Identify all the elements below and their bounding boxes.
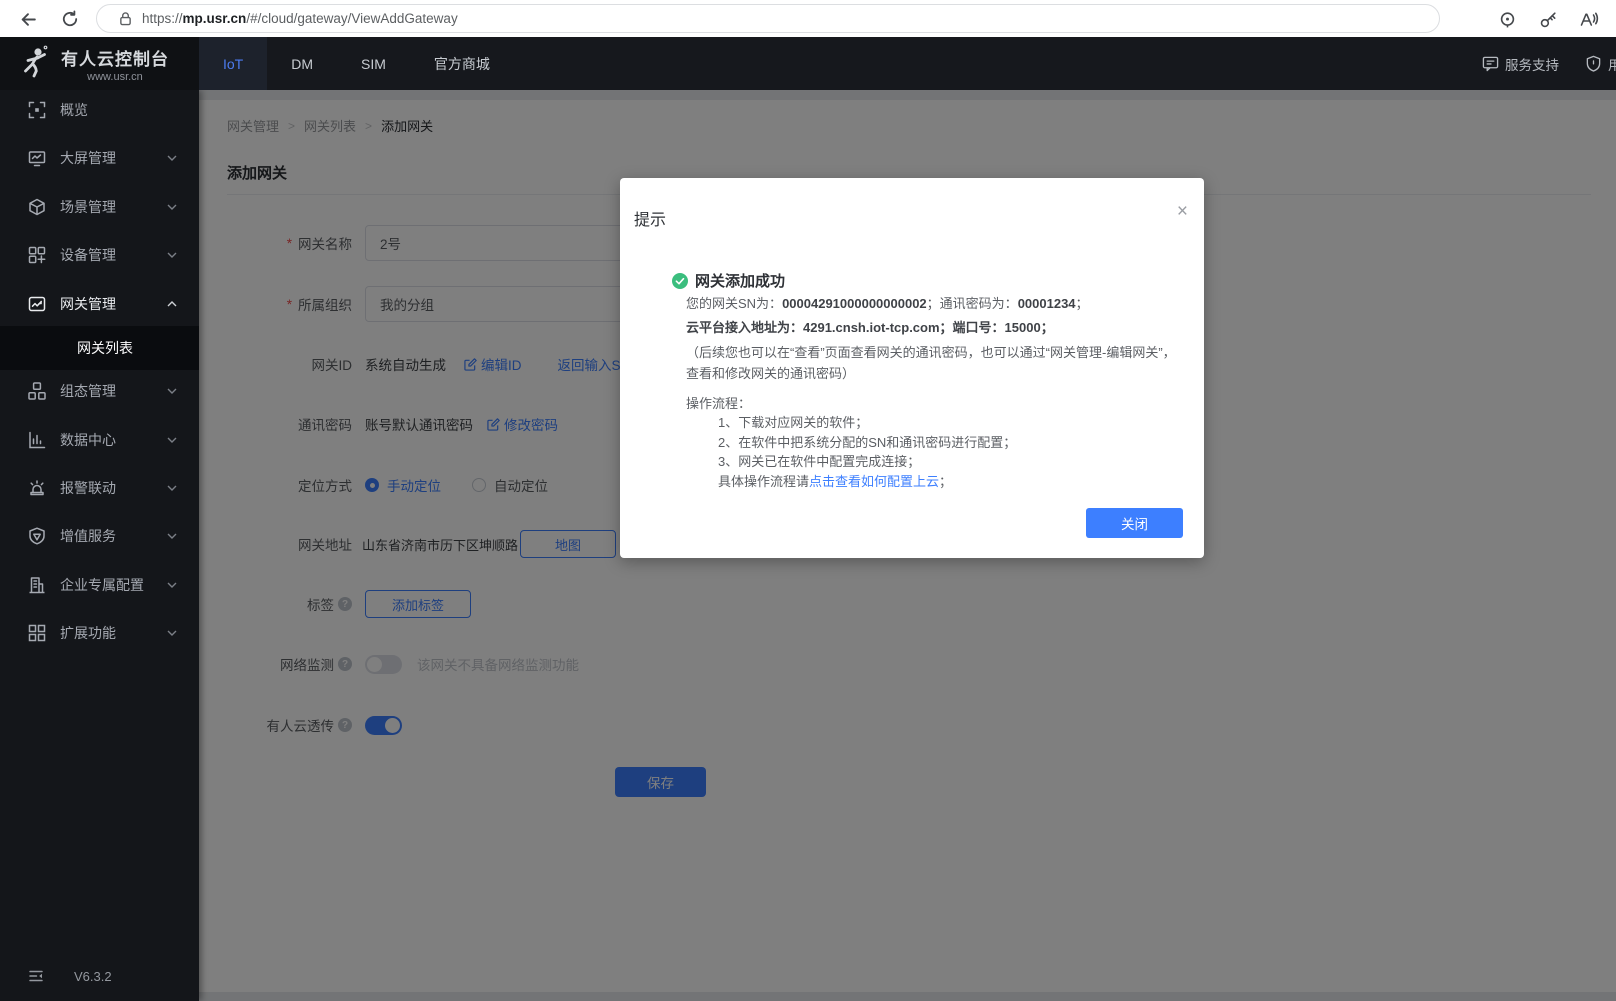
tab-sim[interactable]: SIM <box>337 37 410 90</box>
success-check-icon <box>672 273 688 289</box>
product-tabs: IoT DM SIM 官方商城 <box>199 37 514 90</box>
service-support-label: 服务支持 <box>1505 54 1559 74</box>
chevron-down-icon <box>167 437 177 443</box>
sidebar-item-enterprise[interactable]: 企业专属配置 <box>0 563 199 607</box>
overview-icon <box>28 101 46 119</box>
sidebar: 概览 大屏管理 场景管理 设备管理 网关管理 网关列表 组态管理 数据中心 报警… <box>0 90 199 1001</box>
sidebar-item-scene[interactable]: 场景管理 <box>0 185 199 229</box>
chat-bubble-icon <box>1482 55 1499 72</box>
app-logo[interactable]: 有人云控制台 www.usr.cn <box>0 37 199 90</box>
browser-read-aloud-button[interactable] <box>1578 8 1600 30</box>
note-paragraph: （后续您也可以在“查看”页面查看网关的通讯密码，也可以通过“网关管理-编辑网关”… <box>686 342 1182 384</box>
tab-dm[interactable]: DM <box>267 37 337 90</box>
steps-title: 操作流程： <box>686 394 1182 413</box>
chevron-down-icon <box>167 252 177 258</box>
back-arrow-icon <box>19 10 38 29</box>
big-screen-icon <box>28 149 46 167</box>
version-label: V6.3.2 <box>74 969 112 984</box>
gateway-icon <box>28 295 46 313</box>
dialog-body: 您的网关SN为：00004291000000000002；通讯密码为：00001… <box>686 294 1182 491</box>
sidebar-label-bigscreen: 大屏管理 <box>60 148 116 168</box>
comm-password-value: 00001234 <box>1018 296 1076 311</box>
server-line: 云平台接入地址为：4291.cnsh.iot-tcp.com；端口号：15000… <box>686 318 1182 337</box>
step-2: 2、在软件中把系统分配的SN和通讯密码进行配置； <box>718 433 1182 453</box>
app-subtitle: www.usr.cn <box>61 71 169 83</box>
chevron-down-icon <box>167 204 177 210</box>
sidebar-collapse-button[interactable] <box>28 969 44 983</box>
browser-password-button[interactable] <box>1537 8 1559 30</box>
sidebar-label-overview: 概览 <box>60 100 88 120</box>
sidebar-label-device: 设备管理 <box>60 245 116 265</box>
sn-line: 您的网关SN为：00004291000000000002；通讯密码为：00001… <box>686 294 1182 313</box>
chevron-down-icon <box>167 485 177 491</box>
sidebar-footer: V6.3.2 <box>0 961 199 991</box>
step-1: 1、下载对应网关的软件； <box>718 413 1182 433</box>
sidebar-label-datacenter: 数据中心 <box>60 430 116 450</box>
grid-icon <box>28 624 46 642</box>
scada-blocks-icon <box>28 382 46 400</box>
key-icon <box>1539 10 1558 29</box>
more-line: 具体操作流程请点击查看如何配置上云； <box>718 472 1182 492</box>
chevron-down-icon <box>167 533 177 539</box>
sidebar-item-gateway-list[interactable]: 网关列表 <box>0 326 199 370</box>
step-3: 3、网关已在软件中配置完成连接； <box>718 452 1182 472</box>
sidebar-item-alarm[interactable]: 报警联动 <box>0 466 199 510</box>
app-title: 有人云控制台 <box>61 45 169 70</box>
sidebar-label-vas: 增值服务 <box>60 526 116 546</box>
sidebar-item-bigscreen[interactable]: 大屏管理 <box>0 136 199 180</box>
sidebar-item-vas[interactable]: 增值服务 <box>0 514 199 558</box>
sidebar-label-enterprise: 企业专属配置 <box>60 575 144 595</box>
alarm-siren-icon <box>28 479 46 497</box>
location-icon <box>1498 10 1517 29</box>
browser-toolbar: https://mp.usr.cn/#/cloud/gateway/ViewAd… <box>0 0 1616 37</box>
sidebar-item-device[interactable]: 设备管理 <box>0 233 199 277</box>
dialog-close-icon[interactable]: × <box>1177 202 1188 221</box>
building-icon <box>28 576 46 594</box>
browser-back-button[interactable] <box>17 8 39 30</box>
sidebar-item-extensions[interactable]: 扩展功能 <box>0 611 199 655</box>
notice-dialog: 提示 × 网关添加成功 您的网关SN为：00004291000000000002… <box>620 178 1204 558</box>
value-added-gem-icon <box>28 527 46 545</box>
scene-cube-icon <box>28 198 46 216</box>
success-heading: 网关添加成功 <box>672 270 785 291</box>
device-icon <box>28 246 46 264</box>
sidebar-label-scene: 场景管理 <box>60 197 116 217</box>
success-title: 网关添加成功 <box>695 270 785 291</box>
chevron-down-icon <box>167 582 177 588</box>
gateway-sn-value: 00004291000000000002 <box>782 296 927 311</box>
lock-icon <box>119 11 132 26</box>
chevron-down-icon <box>167 388 177 394</box>
sidebar-item-datacenter[interactable]: 数据中心 <box>0 418 199 462</box>
top-nav-right: 服务支持 用户中心 <box>1482 37 1616 90</box>
tab-mall[interactable]: 官方商城 <box>410 37 514 90</box>
dialog-close-button[interactable]: 关闭 <box>1086 508 1183 538</box>
refresh-icon <box>61 10 79 28</box>
bar-chart-icon <box>28 431 46 449</box>
browser-location-button[interactable] <box>1496 8 1518 30</box>
sidebar-item-scada[interactable]: 组态管理 <box>0 369 199 413</box>
url-text: https://mp.usr.cn/#/cloud/gateway/ViewAd… <box>142 11 458 26</box>
sidebar-label-alarm: 报警联动 <box>60 478 116 498</box>
sidebar-item-gateway[interactable]: 网关管理 <box>0 282 199 326</box>
sidebar-item-overview[interactable]: 概览 <box>0 88 199 132</box>
sidebar-label-extensions: 扩展功能 <box>60 623 116 643</box>
service-support[interactable]: 服务支持 <box>1482 54 1559 74</box>
sidebar-label-gateway: 网关管理 <box>60 294 116 314</box>
how-to-configure-link[interactable]: 点击查看如何配置上云 <box>809 472 939 492</box>
usr-person-logo-icon <box>18 45 52 83</box>
user-center[interactable]: 用户中心 <box>1585 54 1616 74</box>
address-bar[interactable]: https://mp.usr.cn/#/cloud/gateway/ViewAd… <box>96 4 1440 33</box>
collapse-menu-icon <box>28 969 44 983</box>
user-center-label: 用户中心 <box>1608 54 1616 74</box>
browser-refresh-button[interactable] <box>59 8 81 30</box>
chevron-down-icon <box>167 630 177 636</box>
sidebar-label-scada: 组态管理 <box>60 381 116 401</box>
chevron-down-icon <box>167 155 177 161</box>
tab-iot[interactable]: IoT <box>199 37 267 90</box>
read-aloud-icon <box>1579 10 1599 29</box>
chevron-up-icon <box>167 301 177 307</box>
shield-icon <box>1585 55 1602 72</box>
app-top-nav: 有人云控制台 www.usr.cn IoT DM SIM 官方商城 服务支持 用… <box>0 37 1616 90</box>
dialog-title: 提示 <box>634 206 666 230</box>
